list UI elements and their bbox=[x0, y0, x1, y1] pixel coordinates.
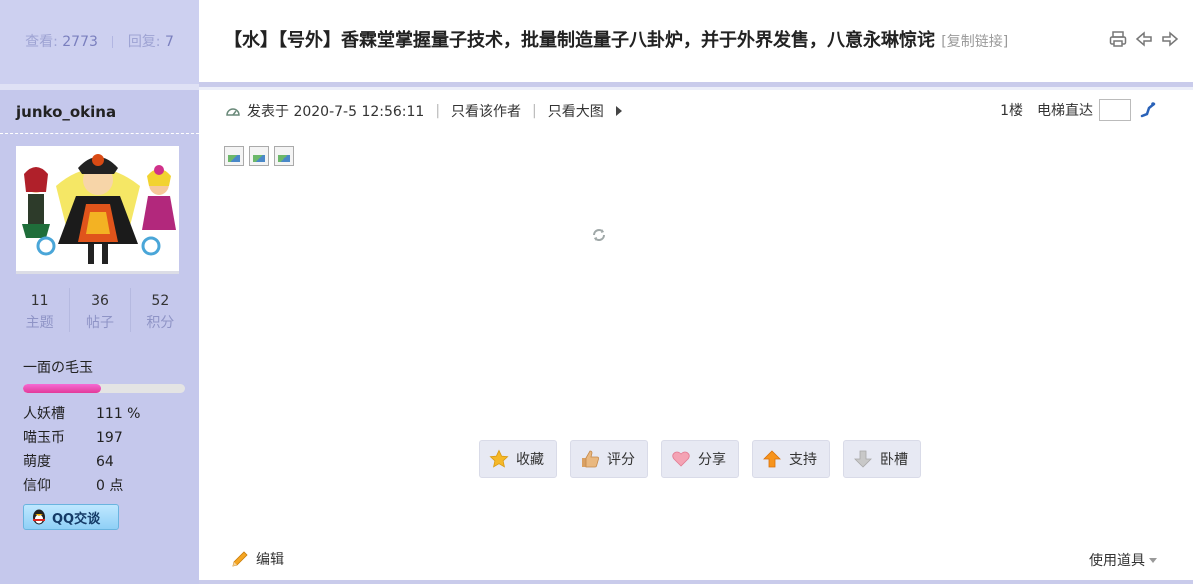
stat-label: 帖子 bbox=[85, 315, 114, 331]
copy-link[interactable]: [复制链接] bbox=[941, 34, 1008, 50]
loading-spinner-icon bbox=[590, 226, 608, 244]
property-value: 197 bbox=[96, 430, 123, 446]
property-value: 64 bbox=[96, 454, 114, 470]
heart-icon bbox=[670, 448, 692, 470]
divider: | bbox=[435, 103, 441, 119]
property-row: 萌度 64 bbox=[23, 450, 140, 474]
replies-count: 7 bbox=[164, 34, 174, 50]
property-key: 人妖槽 bbox=[23, 406, 65, 422]
only-images-link[interactable]: 只看大图 bbox=[548, 101, 604, 121]
penguin-icon bbox=[33, 509, 45, 525]
use-tools-label: 使用道具 bbox=[1089, 553, 1145, 569]
property-key: 信仰 bbox=[23, 478, 51, 494]
property-row: 信仰 0 点 bbox=[23, 474, 140, 498]
property-key: 喵玉币 bbox=[23, 430, 65, 446]
chevron-down-icon bbox=[1149, 557, 1157, 563]
user-properties: 人妖槽 111 % 喵玉币 197 萌度 64 信仰 0 点 bbox=[23, 402, 140, 498]
divider: | bbox=[532, 103, 537, 119]
share-label: 分享 bbox=[698, 452, 726, 468]
post-bottom-divider bbox=[199, 580, 1193, 584]
elevator-go-icon[interactable] bbox=[1139, 101, 1157, 119]
stat-label: 积分 bbox=[146, 315, 175, 331]
support-label: 支持 bbox=[789, 452, 817, 468]
author-stats: 11 主题 36 帖子 52 积分 bbox=[10, 288, 190, 332]
favorite-button[interactable]: 收藏 bbox=[479, 440, 557, 478]
only-author-link[interactable]: 只看该作者 bbox=[451, 101, 521, 121]
rank-progress-fill bbox=[23, 384, 101, 393]
divider bbox=[112, 36, 114, 48]
next-thread-icon[interactable] bbox=[1161, 30, 1179, 48]
property-value: 111 % bbox=[96, 406, 141, 422]
edit-button[interactable]: 编辑 bbox=[230, 549, 284, 569]
views-label: 查看: bbox=[25, 34, 58, 50]
qq-chat-button[interactable]: QQ交谈 bbox=[23, 504, 119, 530]
rank-progress-bar bbox=[23, 384, 185, 393]
post-meta: 发表于 2020-7-5 12:56:11 | 只看该作者 | 只看大图 bbox=[224, 101, 622, 121]
views-count: 2773 bbox=[62, 34, 98, 50]
rate-label: 评分 bbox=[607, 452, 635, 468]
print-icon[interactable] bbox=[1109, 30, 1127, 48]
previous-thread-icon[interactable] bbox=[1135, 30, 1153, 48]
replies-label: 回复: bbox=[127, 34, 161, 50]
user-rank[interactable]: 一面の毛玉 bbox=[23, 357, 93, 377]
oppose-label: 卧槽 bbox=[880, 452, 908, 468]
post-page: 查看: 2773 回复: 7 junko_okina 11 主题 36 帖子 5… bbox=[0, 0, 1193, 584]
post-images bbox=[224, 146, 294, 166]
property-row: 人妖槽 111 % bbox=[23, 402, 140, 426]
property-row: 喵玉币 197 bbox=[23, 426, 140, 450]
thumbs-up-icon bbox=[579, 448, 601, 470]
author-name[interactable]: junko_okina bbox=[0, 90, 199, 134]
arrow-down-icon bbox=[852, 448, 874, 470]
avatar-image bbox=[16, 146, 179, 271]
stat-value: 36 bbox=[91, 293, 109, 309]
stat-points[interactable]: 52 积分 bbox=[131, 288, 190, 332]
posted-at: 发表于 2020-7-5 12:56:11 bbox=[247, 104, 425, 120]
title-tools bbox=[1109, 30, 1179, 48]
stat-value: 11 bbox=[30, 293, 49, 309]
thread-counts: 查看: 2773 回复: 7 bbox=[0, 0, 199, 84]
pencil-icon bbox=[232, 551, 248, 567]
thread-title-text: 【水】【号外】香霖堂掌握量子技术，批量制造量子八卦炉，并于外界发售，八意永琳惊诧 bbox=[224, 30, 935, 51]
author-sidebar: 查看: 2773 回复: 7 junko_okina 11 主题 36 帖子 5… bbox=[0, 0, 199, 584]
favorite-label: 收藏 bbox=[516, 452, 544, 468]
arrow-up-icon bbox=[761, 448, 783, 470]
oppose-button[interactable]: 卧槽 bbox=[843, 440, 921, 478]
online-status-icon bbox=[226, 108, 240, 116]
avatar[interactable] bbox=[16, 146, 179, 274]
title-divider-light bbox=[199, 87, 1193, 90]
edit-label: 编辑 bbox=[256, 552, 284, 568]
thread-title: 【水】【号外】香霖堂掌握量子技术，批量制造量子八卦炉，并于外界发售，八意永琳惊诧… bbox=[224, 28, 1084, 55]
broken-image-icon[interactable] bbox=[224, 146, 244, 166]
stat-value: 52 bbox=[151, 293, 170, 309]
triangle-right-icon[interactable] bbox=[615, 106, 622, 116]
rate-button[interactable]: 评分 bbox=[570, 440, 648, 478]
stat-posts[interactable]: 36 帖子 bbox=[70, 288, 131, 332]
property-key: 萌度 bbox=[23, 454, 51, 470]
star-icon bbox=[488, 448, 510, 470]
floor-number[interactable]: 1楼 bbox=[1000, 100, 1023, 120]
stat-topics[interactable]: 11 主题 bbox=[10, 288, 71, 332]
jump-label: 电梯直达 bbox=[1037, 103, 1093, 119]
floor-nav: 1楼 电梯直达 bbox=[1000, 99, 1157, 121]
property-value: 0 点 bbox=[96, 478, 124, 494]
qq-chat-label: QQ交谈 bbox=[52, 511, 101, 527]
broken-image-icon[interactable] bbox=[274, 146, 294, 166]
broken-image-icon[interactable] bbox=[249, 146, 269, 166]
use-tools-menu[interactable]: 使用道具 bbox=[1089, 550, 1157, 570]
jump-floor-input[interactable] bbox=[1099, 99, 1131, 121]
stat-label: 主题 bbox=[25, 315, 54, 331]
share-button[interactable]: 分享 bbox=[661, 440, 739, 478]
support-button[interactable]: 支持 bbox=[752, 440, 830, 478]
post-actions: 收藏 评分 分享 支持 卧槽 bbox=[479, 440, 921, 478]
